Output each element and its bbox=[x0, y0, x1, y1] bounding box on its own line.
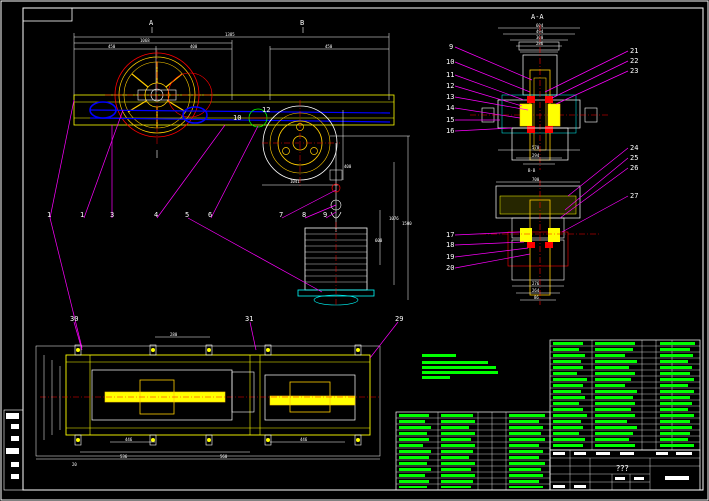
callout-27: 27 bbox=[630, 192, 638, 200]
front-view: 1385 1068 450 400 450 A B 1041 1500 1076… bbox=[73, 19, 412, 306]
svg-text:446: 446 bbox=[300, 437, 308, 442]
callout-13: 13 bbox=[446, 93, 454, 101]
callout-31: 31 bbox=[245, 315, 253, 323]
svg-text:280: 280 bbox=[170, 332, 178, 337]
svg-text:450: 450 bbox=[325, 44, 333, 49]
callout-8: 8 bbox=[302, 211, 306, 219]
callout-3: 3 bbox=[110, 211, 114, 219]
svg-text:536: 536 bbox=[120, 454, 128, 459]
svg-text:400: 400 bbox=[190, 44, 198, 49]
drawing-title: ??? bbox=[616, 464, 629, 473]
callout-6: 6 bbox=[208, 211, 212, 219]
sheet-outer-border bbox=[0, 0, 709, 501]
svg-text:450: 450 bbox=[108, 44, 116, 49]
callout-17: 17 bbox=[446, 231, 454, 239]
svg-text:294: 294 bbox=[532, 153, 540, 158]
svg-text:570: 570 bbox=[532, 145, 540, 150]
callout-1a: 1 bbox=[47, 211, 51, 219]
svg-text:1076: 1076 bbox=[389, 216, 399, 221]
front-leaders bbox=[49, 99, 337, 349]
sheet-inner-border bbox=[22, 7, 704, 491]
callout-9b: 9 bbox=[449, 43, 453, 51]
callout-19: 19 bbox=[446, 253, 454, 261]
parts-list-lower bbox=[395, 411, 551, 491]
assembly-drawing: 1385 1068 450 400 450 A B 1041 1500 1076… bbox=[0, 0, 709, 501]
section-a-a: A-A 604 494 300 286 570 294 B-B bbox=[470, 13, 610, 173]
callout-16: 16 bbox=[446, 127, 454, 135]
section-a-title: A-A bbox=[531, 13, 544, 21]
svg-text:276: 276 bbox=[532, 281, 540, 286]
callout-1b: 1 bbox=[80, 211, 84, 219]
section-b-title-upper: B-B bbox=[528, 168, 536, 173]
svg-text:12: 12 bbox=[262, 106, 270, 114]
callout-12: 12 bbox=[446, 82, 454, 90]
svg-text:1385: 1385 bbox=[225, 32, 235, 37]
callout-7: 7 bbox=[279, 211, 283, 219]
section-marker-b: B bbox=[300, 19, 304, 27]
callout-18: 18 bbox=[446, 241, 454, 249]
svg-text:700: 700 bbox=[532, 177, 540, 182]
svg-text:86: 86 bbox=[534, 295, 539, 300]
callout-4: 4 bbox=[154, 211, 158, 219]
svg-text:20: 20 bbox=[72, 462, 77, 467]
svg-text:264: 264 bbox=[532, 288, 540, 293]
callout-30: 30 bbox=[70, 315, 78, 323]
callout-10: 10 bbox=[446, 58, 454, 66]
title-block: ??? bbox=[549, 449, 701, 491]
callout-25: 25 bbox=[630, 154, 638, 162]
svg-text:1041: 1041 bbox=[290, 179, 300, 184]
left-margin-legend bbox=[3, 409, 24, 491]
callout-23: 23 bbox=[630, 67, 638, 75]
callout-20: 20 bbox=[446, 264, 454, 272]
parts-list-upper bbox=[549, 339, 701, 451]
callout-26: 26 bbox=[630, 164, 638, 172]
cad-drawing-sheet: 1385 1068 450 400 450 A B 1041 1500 1076… bbox=[0, 0, 709, 501]
svg-text:1068: 1068 bbox=[140, 38, 150, 43]
callout-24: 24 bbox=[630, 144, 638, 152]
callout-15: 15 bbox=[446, 116, 454, 124]
svg-text:10: 10 bbox=[233, 114, 241, 122]
svg-text:400: 400 bbox=[344, 164, 352, 169]
callout-5: 5 bbox=[185, 211, 189, 219]
callout-29: 29 bbox=[395, 315, 403, 323]
svg-text:1500: 1500 bbox=[402, 221, 412, 226]
callout-9: 9 bbox=[323, 211, 327, 219]
callout-21: 21 bbox=[630, 47, 638, 55]
svg-text:446: 446 bbox=[125, 437, 133, 442]
technical-notes bbox=[422, 354, 498, 379]
section-marker-a: A bbox=[149, 19, 154, 27]
callout-11: 11 bbox=[446, 71, 454, 79]
corner-code-box bbox=[22, 7, 73, 22]
callout-14: 14 bbox=[446, 104, 454, 112]
svg-text:600: 600 bbox=[375, 238, 383, 243]
svg-text:560: 560 bbox=[220, 454, 228, 459]
plan-view: 280 446 446 536 560 20 bbox=[35, 332, 381, 467]
callout-22: 22 bbox=[630, 57, 638, 65]
